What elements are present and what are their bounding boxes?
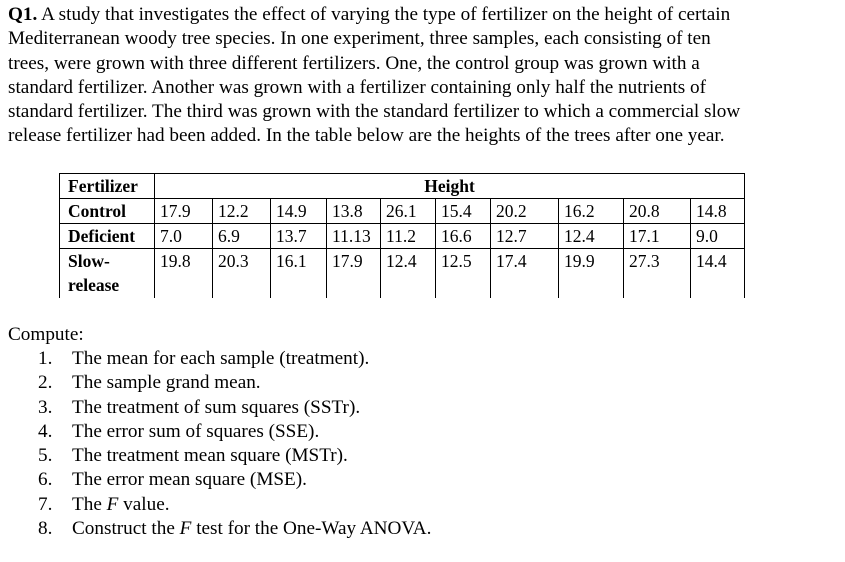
item-text-pre: Construct the bbox=[72, 518, 180, 540]
row-label-line2: release bbox=[68, 275, 120, 295]
list-item: 5. The treatment mean square (MSTr). bbox=[38, 444, 431, 468]
question-line-3: trees, were grown with three different f… bbox=[8, 52, 700, 74]
item-number: 6. bbox=[38, 469, 53, 491]
table-row-control: Control 17.9 12.2 14.9 13.8 26.1 15.4 20… bbox=[59, 198, 745, 224]
question-line-1: Q1. A study that investigates the effect… bbox=[8, 3, 838, 27]
cell: 14.4 bbox=[690, 248, 745, 298]
list-item: 7. The F value. bbox=[38, 493, 431, 517]
cell: 11.2 bbox=[380, 223, 436, 249]
list-item: 3. The treatment of sum squares (SSTr). bbox=[38, 396, 431, 420]
item-number: 5. bbox=[38, 445, 53, 467]
list-item: 4. The error sum of squares (SSE). bbox=[38, 420, 431, 444]
item-number: 1. bbox=[38, 348, 53, 369]
cell: 20.2 bbox=[490, 198, 559, 224]
cell: 27.3 bbox=[623, 248, 691, 298]
cell: 20.3 bbox=[212, 248, 271, 298]
cell: 12.4 bbox=[380, 248, 436, 298]
question-line-5: standard fertilizer. The third was grown… bbox=[8, 101, 741, 123]
cell: 26.1 bbox=[380, 198, 436, 224]
item-text-pre: The bbox=[72, 493, 107, 515]
question-line-2: Mediterranean woody tree species. In one… bbox=[8, 28, 711, 50]
item-text: The treatment of sum squares (SSTr). bbox=[72, 396, 361, 418]
row-label-deficient: Deficient bbox=[59, 223, 155, 249]
question-line-4: standard fertilizer. Another was grown w… bbox=[8, 76, 707, 98]
item-number: 4. bbox=[38, 420, 53, 442]
list-item: 1. The mean for each sample (treatment). bbox=[38, 347, 431, 371]
table-row-slow-release: Slow-release 19.8 20.3 16.1 17.9 12.4 12… bbox=[59, 248, 745, 298]
cell: 12.4 bbox=[558, 223, 624, 249]
item-text-post: test for the One-Way ANOVA. bbox=[191, 518, 432, 540]
item-number: 2. bbox=[38, 372, 53, 394]
cell: 14.8 bbox=[690, 198, 745, 224]
item-text: The error mean square (MSE). bbox=[72, 469, 307, 491]
item-text: The sample grand mean. bbox=[72, 372, 261, 394]
cell: 17.9 bbox=[326, 248, 381, 298]
cell: 16.6 bbox=[435, 223, 491, 249]
item-text-post: value. bbox=[118, 493, 170, 515]
table-row-deficient: Deficient 7.0 6.9 13.7 11.13 11.2 16.6 1… bbox=[59, 223, 745, 249]
item-number: 3. bbox=[38, 396, 53, 418]
compute-heading: Compute: bbox=[8, 324, 84, 345]
cell: 19.8 bbox=[154, 248, 213, 298]
item-text: The F value. bbox=[72, 493, 170, 517]
cell: 7.0 bbox=[154, 223, 213, 249]
cell: 13.7 bbox=[270, 223, 327, 249]
question-line-6: release fertilizer had been added. In th… bbox=[8, 125, 725, 147]
item-number: 7. bbox=[38, 493, 53, 515]
cell: 13.8 bbox=[326, 198, 381, 224]
fertilizer-height-table: Fertilizer Height Control 17.9 12.2 14.9… bbox=[59, 173, 745, 298]
row-label-control: Control bbox=[59, 198, 155, 224]
cell: 17.9 bbox=[154, 198, 213, 224]
cell: 19.9 bbox=[558, 248, 624, 298]
list-item: 2. The sample grand mean. bbox=[38, 371, 431, 395]
item-text: Construct the F test for the One-Way ANO… bbox=[72, 517, 431, 541]
list-item: 8. Construct the F test for the One-Way A… bbox=[38, 517, 431, 541]
row-label-slow-release: Slow-release bbox=[59, 248, 155, 298]
item-text-italic: F bbox=[179, 518, 192, 540]
cell: 20.8 bbox=[623, 198, 691, 224]
table-header-row: Fertilizer Height bbox=[59, 173, 745, 199]
header-fertilizer: Fertilizer bbox=[59, 173, 155, 199]
header-height: Height bbox=[154, 173, 745, 199]
cell: 17.4 bbox=[490, 248, 559, 298]
cell: 15.4 bbox=[435, 198, 491, 224]
cell: 12.2 bbox=[212, 198, 271, 224]
list-item: 6. The error mean square (MSE). bbox=[38, 468, 431, 492]
item-text: The mean for each sample (treatment). bbox=[72, 348, 370, 369]
cell: 17.1 bbox=[623, 223, 691, 249]
cell: 9.0 bbox=[690, 223, 745, 249]
item-text-italic: F bbox=[106, 493, 119, 515]
cell: 16.2 bbox=[558, 198, 624, 224]
question-line-1-text: A study that investigates the effect of … bbox=[37, 4, 731, 25]
cell: 12.5 bbox=[435, 248, 491, 298]
cell: 16.1 bbox=[270, 248, 327, 298]
question-label: Q1. bbox=[8, 4, 38, 25]
compute-list: 1. The mean for each sample (treatment). … bbox=[38, 347, 431, 541]
item-text: The error sum of squares (SSE). bbox=[72, 420, 320, 442]
row-label-line1: Slow- bbox=[68, 251, 110, 271]
cell: 12.7 bbox=[490, 223, 559, 249]
item-text: The treatment mean square (MSTr). bbox=[72, 445, 348, 467]
item-number: 8. bbox=[38, 518, 53, 540]
cell: 11.13 bbox=[326, 223, 381, 249]
question-text: Q1. A study that investigates the effect… bbox=[8, 3, 838, 149]
cell: 14.9 bbox=[270, 198, 327, 224]
cell: 6.9 bbox=[212, 223, 271, 249]
